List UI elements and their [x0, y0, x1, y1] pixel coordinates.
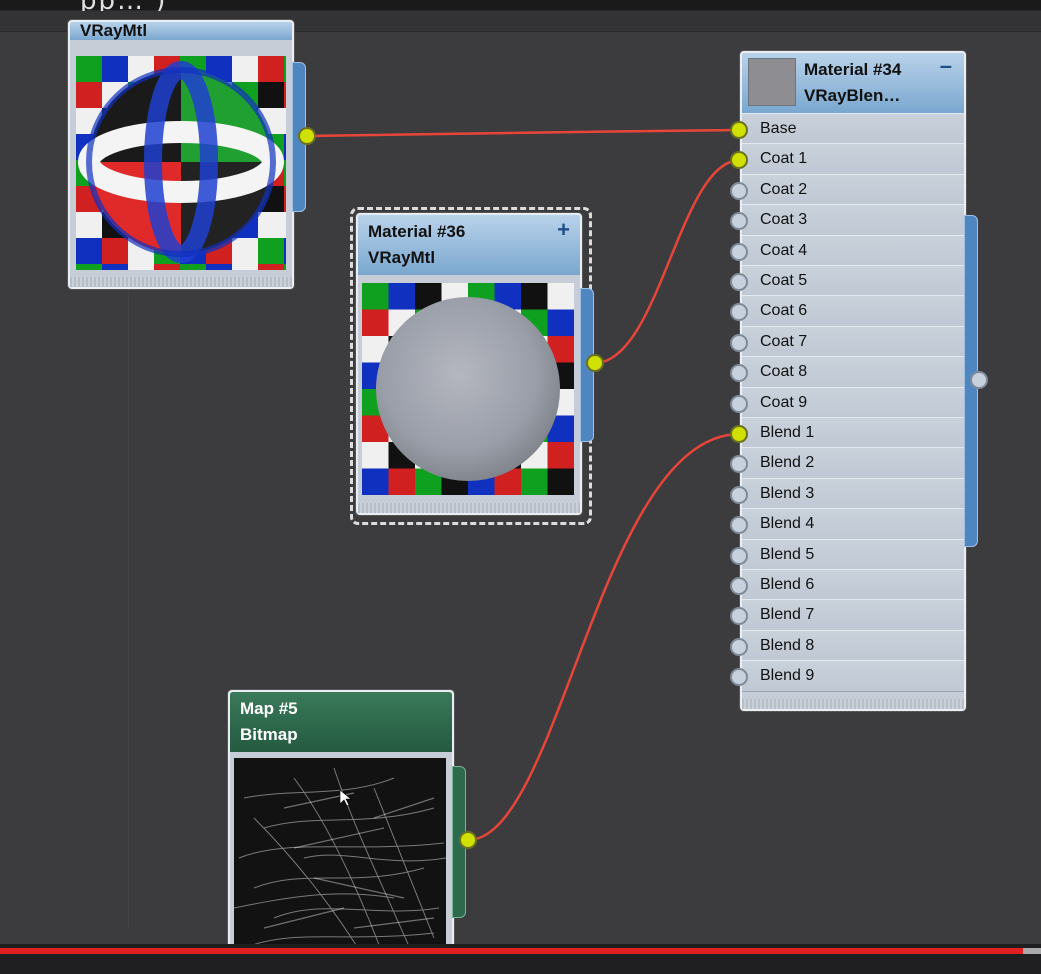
input-slot-label: Coat 7 — [760, 332, 808, 350]
input-slot[interactable]: Blend 9 — [742, 660, 964, 693]
input-slot[interactable]: Base — [742, 113, 964, 145]
input-slot[interactable]: Blend 8 — [742, 629, 964, 662]
node-header[interactable]: Material #36 VRayMtl + — [358, 215, 580, 275]
input-slot[interactable]: Blend 5 — [742, 538, 964, 571]
collapse-icon[interactable]: – — [940, 53, 952, 79]
material-node-top-left[interactable]: VRayMtl — [68, 20, 294, 289]
input-slot-label: Coat 9 — [760, 393, 808, 411]
input-slot-label: Coat 8 — [760, 363, 808, 381]
node-subtitle: Bitmap — [240, 725, 298, 744]
node-thumbnail — [748, 58, 796, 106]
bitmap-preview — [234, 758, 446, 962]
node-title: Map #5 — [240, 699, 298, 718]
input-port[interactable] — [730, 242, 748, 261]
input-slot-label: Base — [760, 120, 797, 137]
node-title: Material #34 — [804, 60, 902, 79]
input-port[interactable] — [730, 546, 748, 565]
node-header[interactable]: Map #5 Bitmap — [230, 692, 452, 752]
input-port[interactable] — [730, 333, 748, 352]
input-slot[interactable]: Coat 3 — [742, 204, 964, 237]
input-slot[interactable]: Coat 8 — [742, 356, 964, 389]
input-slot[interactable]: Coat 5 — [742, 265, 964, 297]
output-port-top-left[interactable] — [298, 127, 316, 145]
input-slot-label: Blend 1 — [760, 424, 815, 441]
node-resize-footer[interactable] — [358, 503, 580, 513]
material-node-34[interactable]: Material #34 VRayBlen… – Base Coat 1 Coat … — [740, 51, 966, 711]
input-slot-label: Blend 5 — [760, 545, 815, 563]
input-slot[interactable]: Coat 6 — [742, 295, 964, 328]
input-slot[interactable]: Blend 1 — [742, 417, 964, 449]
input-slot-label: Blend 9 — [760, 667, 815, 685]
node-header[interactable]: Material #34 VRayBlen… – — [742, 53, 964, 113]
input-slot-label: Blend 2 — [760, 454, 815, 472]
input-slot[interactable]: Blend 7 — [742, 599, 964, 632]
map-node-5[interactable]: Map #5 Bitmap — [228, 690, 454, 964]
fur-texture-image — [234, 758, 446, 962]
input-slot-label: Blend 7 — [760, 606, 815, 624]
input-slot-label: Coat 5 — [760, 272, 808, 289]
output-port-material-36[interactable] — [586, 354, 604, 372]
expand-icon[interactable]: + — [557, 217, 570, 243]
input-slot[interactable]: Coat 7 — [742, 325, 964, 358]
node-subtitle: VRayMtl — [70, 22, 292, 40]
title-bar: pp… ) — [0, 0, 1041, 16]
input-port[interactable] — [730, 273, 748, 291]
node-subtitle: VRayBlen… — [804, 86, 901, 105]
canvas-divider — [128, 290, 129, 930]
input-slot-label: Coat 4 — [760, 241, 808, 259]
node-title: Material #36 — [368, 222, 466, 241]
input-slot-label: Blend 4 — [760, 515, 815, 533]
material-preview-checker — [76, 56, 286, 270]
video-progress-remaining[interactable] — [1023, 948, 1041, 954]
input-slot[interactable]: Coat 2 — [742, 173, 964, 206]
output-port-map-5[interactable] — [459, 831, 477, 849]
input-slot[interactable]: Blend 2 — [742, 447, 964, 480]
input-slot-label: Blend 3 — [760, 484, 815, 502]
node-resize-footer[interactable] — [70, 277, 292, 287]
input-slot-label: Blend 6 — [760, 576, 815, 593]
input-slot-label: Coat 6 — [760, 302, 808, 320]
input-slot-label: Coat 2 — [760, 180, 808, 198]
input-port[interactable] — [730, 485, 748, 504]
input-slot-label: Coat 3 — [760, 211, 808, 229]
video-progress-played[interactable] — [0, 948, 1023, 954]
material-node-36[interactable]: Material #36 VRayMtl + — [356, 213, 582, 515]
input-slot[interactable]: Blend 3 — [742, 477, 964, 510]
input-slot[interactable]: Coat 9 — [742, 386, 964, 419]
node-subtitle: VRayMtl — [368, 248, 436, 267]
input-slot[interactable]: Blend 6 — [742, 569, 964, 601]
input-port[interactable] — [730, 637, 748, 656]
input-slot-label: Coat 1 — [760, 150, 808, 168]
input-port[interactable] — [730, 394, 748, 413]
checker-sphere-preview — [76, 56, 286, 270]
material-preview — [362, 283, 574, 495]
checker-sphere-preview — [362, 283, 574, 495]
node-resize-footer[interactable] — [742, 699, 964, 709]
input-slot-label: Blend 8 — [760, 636, 815, 654]
input-slot[interactable]: Blend 4 — [742, 508, 964, 541]
wire-base — [306, 128, 741, 138]
input-port[interactable] — [730, 577, 748, 595]
input-port[interactable] — [730, 181, 748, 200]
output-port-material-34[interactable] — [970, 371, 988, 389]
wire-coat1 — [595, 158, 741, 365]
input-port[interactable] — [730, 425, 748, 443]
input-port[interactable] — [730, 121, 748, 139]
input-slot[interactable]: Coat 4 — [742, 234, 964, 267]
input-slot[interactable]: Coat 1 — [742, 143, 964, 176]
